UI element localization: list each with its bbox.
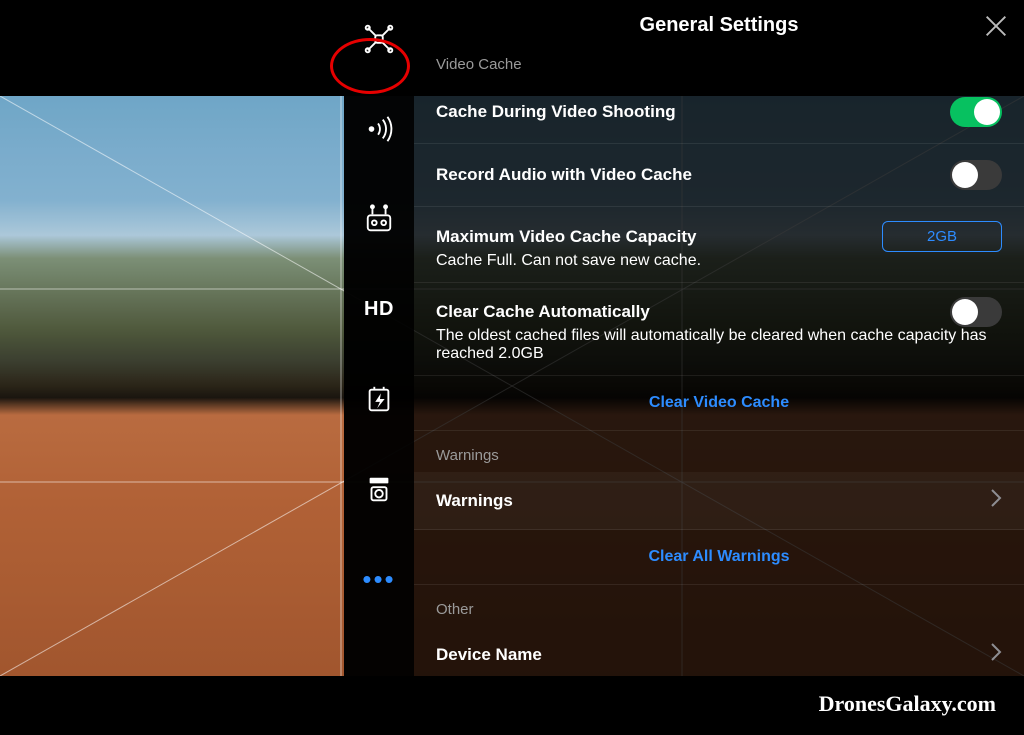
- close-icon[interactable]: [982, 12, 1010, 40]
- clear-all-warnings-button[interactable]: Clear All Warnings: [414, 530, 1024, 585]
- row-warnings[interactable]: Warnings: [414, 472, 1024, 530]
- toggle-cache-during-shooting[interactable]: [950, 97, 1002, 127]
- drone-icon[interactable]: [362, 22, 396, 56]
- chevron-right-icon: [990, 642, 1002, 667]
- controller-icon[interactable]: [362, 202, 396, 236]
- hd-icon[interactable]: HD: [362, 292, 396, 326]
- chevron-right-icon: [990, 488, 1002, 513]
- section-video-cache: Video Cache: [414, 40, 1024, 81]
- label-max-capacity: Maximum Video Cache Capacity: [436, 227, 696, 247]
- page-title: General Settings: [414, 0, 1024, 37]
- row-record-audio: Record Audio with Video Cache: [414, 144, 1024, 207]
- label-warnings: Warnings: [436, 491, 513, 511]
- cache-full-message: Cache Full. Can not save new cache.: [436, 252, 1002, 270]
- label-clear-auto: Clear Cache Automatically: [436, 302, 650, 322]
- label-device-name: Device Name: [436, 645, 542, 665]
- section-other: Other: [414, 585, 1024, 626]
- more-icon[interactable]: •••: [362, 562, 396, 596]
- section-warnings: Warnings: [414, 431, 1024, 472]
- battery-icon[interactable]: [362, 382, 396, 416]
- row-cache-during-shooting: Cache During Video Shooting: [414, 81, 1024, 144]
- signal-icon[interactable]: [362, 112, 396, 146]
- capacity-button[interactable]: 2GB: [882, 221, 1002, 252]
- label-record-audio: Record Audio with Video Cache: [436, 165, 692, 185]
- gimbal-icon[interactable]: [362, 472, 396, 506]
- clear-video-cache-button[interactable]: Clear Video Cache: [414, 376, 1024, 431]
- row-device-name[interactable]: Device Name: [414, 626, 1024, 683]
- desc-clear-auto: The oldest cached files will automatical…: [436, 327, 1002, 363]
- row-max-capacity: Maximum Video Cache Capacity 2GB Cache F…: [414, 207, 1024, 283]
- toggle-clear-auto[interactable]: [950, 297, 1002, 327]
- watermark: DronesGalaxy.com: [819, 691, 996, 717]
- settings-icon-rail: HD •••: [344, 0, 414, 735]
- toggle-record-audio[interactable]: [950, 160, 1002, 190]
- row-clear-auto: Clear Cache Automatically The oldest cac…: [414, 283, 1024, 376]
- settings-panel: HD ••• General Settings: [344, 0, 1024, 735]
- label-cache-during-shooting: Cache During Video Shooting: [436, 102, 676, 122]
